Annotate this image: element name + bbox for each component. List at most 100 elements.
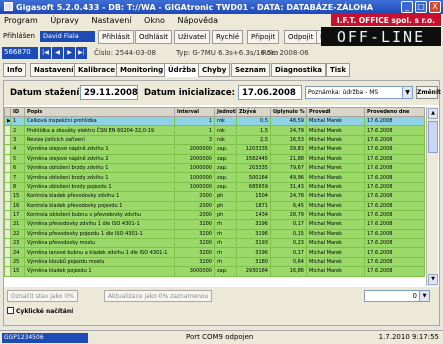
cell-interval[interactable]: 3200 xyxy=(174,238,215,249)
cell-provedl[interactable]: Michal Marek xyxy=(306,200,365,211)
cell-id[interactable]: 8 xyxy=(10,181,25,193)
cell-popis[interactable]: Výměna lanové bubnu a kladek zdvihu 1 dl… xyxy=(24,247,175,258)
cell-jednotka[interactable]: ph xyxy=(214,200,237,211)
cell-provedl[interactable]: Michal Marek xyxy=(306,238,365,249)
cell-popis[interactable]: Výměna kloubů pojezdu mostu xyxy=(24,256,175,268)
cell-id[interactable]: 16 xyxy=(10,200,25,211)
cell-zbyva[interactable]: 3196 xyxy=(236,219,271,230)
cell-jednotka[interactable]: rok xyxy=(214,115,237,127)
cell-provedeno[interactable]: 17.6.2008 xyxy=(364,125,425,136)
login-button[interactable]: Přihlásit xyxy=(98,30,134,44)
connect-button[interactable]: Připojit xyxy=(247,30,280,44)
cell-jednotka[interactable]: rok xyxy=(214,134,237,146)
first-record-button[interactable]: |◀ xyxy=(40,47,51,59)
table-row[interactable]: 25 Výměna kloubů pojezdu mostu 3200 rh 3180 0… xyxy=(4,256,425,268)
cell-uplynulo[interactable]: 39,83 xyxy=(270,144,307,155)
cell-zbyva[interactable]: 1582445 xyxy=(236,153,271,164)
cell-provedl[interactable]: Michal Marek xyxy=(306,115,365,127)
table-row[interactable]: 23 Výměna převodovky mostu 3200 rh 3193 0,23 M… xyxy=(4,238,425,249)
cell-zbyva[interactable]: 500164 xyxy=(236,172,271,183)
tab-udrzba[interactable]: Údržba xyxy=(164,63,200,77)
table-row[interactable]: ▶ 1 Celková inspekční prohlídka 1 rok 0,5 48,5… xyxy=(4,115,425,127)
cell-uplynulo[interactable]: 21,88 xyxy=(270,153,307,164)
col-interval[interactable]: Interval xyxy=(174,107,215,117)
cell-jednotka[interactable]: zap. xyxy=(214,266,237,277)
cell-provedeno[interactable]: 17.6.2008 xyxy=(364,200,425,211)
col-provedl[interactable]: Provedl xyxy=(306,107,365,117)
cell-jednotka[interactable]: zap. xyxy=(214,153,237,164)
cell-id[interactable]: 24 xyxy=(10,247,25,258)
cell-id[interactable]: 2 xyxy=(10,125,25,136)
cell-popis[interactable]: Kontrola obložení bubnu v převodovky zdv… xyxy=(24,209,175,221)
cell-provedeno[interactable]: 17.6.2008 xyxy=(364,181,425,193)
cell-jednotka[interactable]: rh xyxy=(214,247,237,258)
cell-uplynulo[interactable]: 24,79 xyxy=(270,125,307,136)
cell-jednotka[interactable]: ph xyxy=(214,209,237,221)
cell-popis[interactable]: Výměna kladek pojezdu 1 xyxy=(24,266,175,277)
tab-diagnostika[interactable]: Diagnostika xyxy=(271,63,327,77)
cell-id[interactable]: 17 xyxy=(10,209,25,221)
maximize-button[interactable]: □ xyxy=(415,1,427,13)
cell-id[interactable]: 25 xyxy=(10,256,25,268)
cell-uplynulo[interactable]: 0,64 xyxy=(270,256,307,268)
cell-zbyva[interactable]: 1,5 xyxy=(236,125,271,136)
cell-popis[interactable]: Výměna převodovky mostu xyxy=(24,238,175,249)
cell-popis[interactable]: Výměna olejové náplně zdvihu 2 xyxy=(24,153,175,164)
cell-id[interactable]: 5 xyxy=(10,153,25,164)
scroll-thumb[interactable] xyxy=(428,121,438,153)
cell-uplynulo[interactable]: 0,15 xyxy=(270,228,307,240)
table-scrollbar[interactable]: ▲ ▼ xyxy=(426,107,438,286)
cell-interval[interactable]: 3000000 xyxy=(174,266,215,277)
cell-popis[interactable]: Výměna převodovky pojezdu 1 dle ISO 4301… xyxy=(24,228,175,240)
cell-id[interactable]: 22 xyxy=(10,228,25,240)
cell-provedeno[interactable]: 17.6.2008 xyxy=(364,115,425,127)
menu-napoveda[interactable]: Nápověda xyxy=(178,16,219,25)
cell-interval[interactable]: 1 xyxy=(174,115,215,127)
cell-uplynulo[interactable]: 16,86 xyxy=(270,266,307,277)
cell-jednotka[interactable]: zap. xyxy=(214,144,237,155)
cell-provedl[interactable]: Michal Marek xyxy=(306,125,365,136)
cell-zbyva[interactable]: 1871 xyxy=(236,200,271,211)
cell-zbyva[interactable]: 203335 xyxy=(236,162,271,174)
cell-jednotka[interactable]: rh xyxy=(214,219,237,230)
cell-provedl[interactable]: Michal Marek xyxy=(306,219,365,230)
cell-provedl[interactable]: Michal Marek xyxy=(306,191,365,202)
cell-zbyva[interactable]: 3196 xyxy=(236,228,271,240)
tab-monitoring[interactable]: Monitoring xyxy=(116,63,168,77)
cell-zbyva[interactable]: 2930184 xyxy=(236,266,271,277)
cell-provedl[interactable]: Michal Marek xyxy=(306,256,365,268)
cell-interval[interactable]: 2000 xyxy=(174,209,215,221)
tab-chyby[interactable]: Chyby xyxy=(198,63,231,77)
cell-jednotka[interactable]: rh xyxy=(214,228,237,240)
tab-seznam[interactable]: Seznam xyxy=(231,63,270,77)
cell-popis[interactable]: Výměna převodovky zdvihu 1 dle ISO 4301-… xyxy=(24,219,175,230)
cell-zbyva[interactable]: 3193 xyxy=(236,238,271,249)
cell-zbyva[interactable]: 1504 xyxy=(236,191,271,202)
cell-jednotka[interactable]: zap. xyxy=(214,181,237,193)
cell-interval[interactable]: 1000000 xyxy=(174,181,215,193)
cell-popis[interactable]: Celková inspekční prohlídka xyxy=(24,115,175,127)
table-row[interactable]: 3 Revize jistících zařízení 3 rok 2,5 16,53 Mi… xyxy=(4,134,425,146)
table-row[interactable]: 22 Výměna převodovky pojezdu 1 dle ISO 43… xyxy=(4,228,425,240)
cell-jednotka[interactable]: zap. xyxy=(214,172,237,183)
cell-uplynulo[interactable]: 24,78 xyxy=(270,191,307,202)
cell-popis[interactable]: Prohlídka a zkoušky elektro ČSN EN 60204… xyxy=(24,125,175,136)
tab-tisk[interactable]: Tisk xyxy=(326,63,350,77)
cell-interval[interactable]: 3200 xyxy=(174,256,215,268)
cell-uplynulo[interactable]: 0,17 xyxy=(270,219,307,230)
cell-uplynulo[interactable]: 28,79 xyxy=(270,209,307,221)
prev-record-button[interactable]: ◀ xyxy=(52,47,63,59)
next-record-button[interactable]: ▶ xyxy=(64,47,75,59)
table-row[interactable]: 4 Výměna olejové náplně zdvihu 1 2000000 za… xyxy=(4,144,425,155)
cell-provedeno[interactable]: 17.6.2008 xyxy=(364,238,425,249)
cell-popis[interactable]: Výměna obložení brzdy pojezdu 1 xyxy=(24,181,175,193)
cell-popis[interactable]: Kontrola kladek převodovky zdvihu 1 xyxy=(24,191,175,202)
cell-provedeno[interactable]: 17.6.2008 xyxy=(364,134,425,146)
cell-id[interactable]: 21 xyxy=(10,219,25,230)
mark-zero-button[interactable]: Označit stav jako 0% xyxy=(7,290,78,302)
scroll-up-icon[interactable]: ▲ xyxy=(428,108,438,119)
cell-provedeno[interactable]: 17.6.2008 xyxy=(364,256,425,268)
cell-uplynulo[interactable]: 0,17 xyxy=(270,247,307,258)
user-field[interactable]: David Fiala xyxy=(40,31,95,42)
cell-provedeno[interactable]: 17.6.2008 xyxy=(364,247,425,258)
